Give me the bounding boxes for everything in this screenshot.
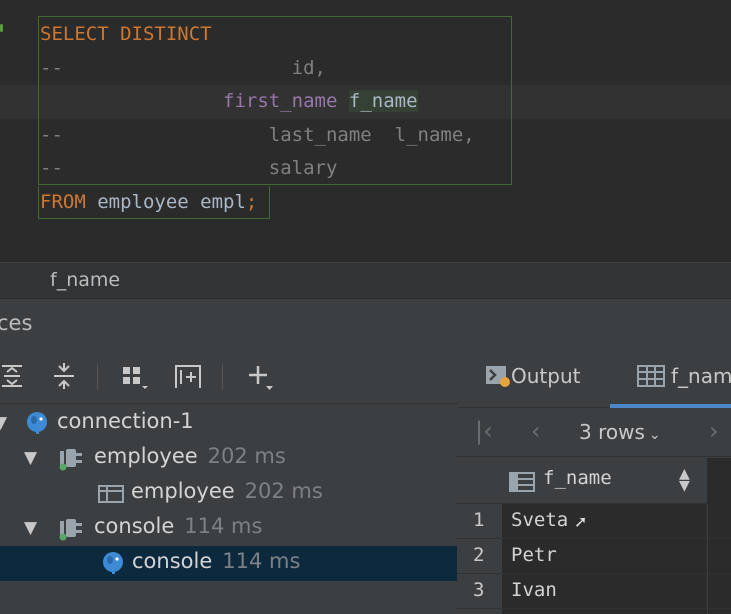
code-line[interactable]: first_name f_name (40, 85, 475, 119)
tree-item-connection[interactable]: ▼ connection-1 (0, 406, 457, 441)
code-token: ; (245, 190, 258, 213)
code-token: -- (40, 157, 63, 179)
table-cell[interactable]: Ivan (511, 579, 557, 601)
code-line[interactable]: -- salary (40, 152, 475, 186)
chevron-down-icon: ⌄ (648, 427, 661, 443)
table-icon (637, 365, 665, 387)
editor-breadcrumb[interactable]: f_name (0, 262, 731, 298)
tree-item-label: console 114 ms (94, 514, 263, 538)
tree-item-table-employee[interactable]: employee 202 ms (0, 476, 457, 511)
row-number: 2 (473, 544, 485, 566)
mouse-cursor-icon: ➚ (574, 512, 588, 531)
column-header[interactable]: f_name ▲ ▼ (457, 458, 707, 504)
session-icon (59, 449, 82, 471)
table-icon (98, 485, 124, 503)
sql-editor[interactable]: SELECT DISTINCT -- id, first_name f_name -… (0, 0, 731, 262)
code-token: -- (40, 56, 63, 79)
code-token: FROM (40, 190, 86, 213)
results-pane: Output f_nam |‹ ‹ 3 rows ⌄ › f_name ▲ ▼ … (457, 350, 731, 614)
table-row[interactable]: 1 Sveta (457, 504, 731, 539)
postgresql-icon (103, 552, 123, 574)
table-row[interactable]: 2 Petr (457, 539, 731, 574)
services-toolbar (0, 350, 457, 404)
code-token: f_name (348, 90, 418, 112)
result-navigation: |‹ ‹ 3 rows ⌄ › (457, 409, 731, 457)
result-grid: f_name ▲ ▼ 1 Sveta 2 Petr 3 Ivan ➚ (457, 458, 731, 614)
previous-page-icon[interactable]: ‹ (531, 417, 541, 445)
services-title: ces (0, 311, 33, 335)
code-line[interactable]: -- id, (40, 52, 475, 86)
tree-item-session-employee[interactable]: ▼ employee 202 ms (0, 441, 457, 476)
services-tree-pane: ▼ connection-1 ▼ employee 202 ms employee… (0, 350, 457, 614)
tree-item-session-console[interactable]: ▼ console 114 ms (0, 511, 457, 546)
code-token: first_name (223, 90, 338, 112)
breadcrumb-label[interactable]: f_name (50, 269, 120, 291)
tree-item-label: employee 202 ms (131, 479, 323, 503)
table-cell[interactable]: Petr (511, 544, 557, 566)
output-icon (486, 366, 510, 387)
active-tab-indicator (610, 404, 731, 408)
next-page-icon[interactable]: › (709, 417, 719, 445)
row-number: 1 (473, 509, 485, 531)
code-token: employee empl (85, 190, 246, 213)
code-token: -- (40, 123, 63, 146)
toolbar-separator (97, 364, 98, 390)
column-header-label: f_name (543, 467, 612, 489)
row-number: 3 (473, 579, 485, 601)
chevron-down-icon[interactable]: ▼ (24, 448, 37, 468)
code-token: id, (62, 56, 326, 79)
services-panel-header: ces (0, 298, 731, 350)
session-icon (59, 519, 82, 541)
code-line[interactable]: SELECT DISTINCT (40, 18, 475, 52)
table-row[interactable]: 3 Ivan (457, 574, 731, 609)
change-marker (0, 24, 3, 32)
tree-item-label: console 114 ms (132, 549, 301, 573)
row-count-dropdown[interactable]: 3 rows ⌄ (579, 420, 661, 444)
sort-icon[interactable]: ▲ ▼ (679, 467, 690, 493)
tree-item-label: connection-1 (57, 409, 194, 433)
add-to-group-icon[interactable] (172, 360, 204, 392)
code-token: last_name l_name, (62, 123, 475, 146)
column-icon (509, 472, 535, 492)
collapse-all-icon[interactable] (48, 360, 80, 392)
code-text[interactable]: SELECT DISTINCT -- id, first_name f_name -… (40, 18, 475, 219)
group-by-icon[interactable] (118, 360, 150, 392)
tree-item-console[interactable]: console 114 ms (0, 546, 457, 581)
code-line[interactable]: FROM employee empl; (40, 186, 475, 220)
code-token: SELECT DISTINCT (40, 23, 212, 45)
first-page-icon[interactable]: |‹ (475, 417, 493, 445)
table-cell[interactable]: Sveta (511, 509, 568, 531)
expand-all-icon[interactable] (0, 360, 28, 392)
results-tabs: Output f_nam (457, 350, 731, 408)
tab-output[interactable]: Output (485, 364, 580, 388)
code-line[interactable]: -- last_name l_name, (40, 119, 475, 153)
code-token: salary (62, 157, 338, 179)
tab-result-table[interactable]: f_nam (637, 364, 731, 388)
toolbar-separator (222, 364, 223, 390)
chevron-down-icon[interactable]: ▼ (24, 518, 37, 538)
add-icon[interactable] (244, 360, 276, 392)
tree-item-label: employee 202 ms (94, 444, 286, 468)
chevron-down-icon[interactable]: ▼ (0, 413, 7, 433)
postgresql-icon (27, 412, 47, 434)
